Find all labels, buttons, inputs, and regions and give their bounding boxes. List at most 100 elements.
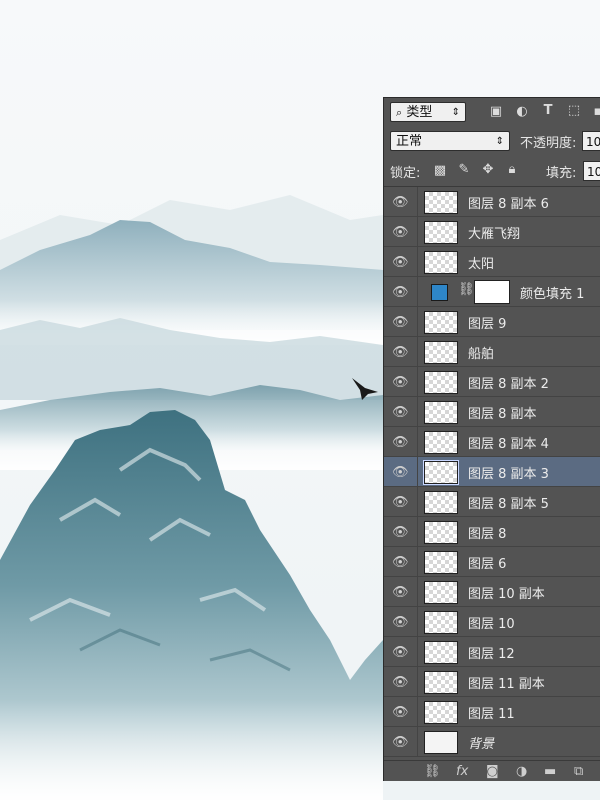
lock-all-icon[interactable]: 🔒︎ <box>504 162 520 177</box>
layer-filter-bar: ⌕ 类型 ⇕ ▣ ◐ T ⬚ ▪ <box>384 98 600 127</box>
layer-row[interactable]: 👁︎ 图层 9 <box>384 307 600 337</box>
adjustment-filter-icon[interactable]: ◐ <box>514 104 530 119</box>
layer-name: 背景 <box>468 737 495 752</box>
visibility-eye-icon[interactable]: 👁︎ <box>392 735 409 750</box>
layer-row-background[interactable]: 👁︎ 背景 <box>384 727 600 757</box>
lock-label: 锁定: <box>390 166 421 181</box>
layer-name: 颜色填充 1 <box>520 287 585 302</box>
layer-row[interactable]: 👁︎ 太阳 <box>384 247 600 277</box>
layers-list: 👁︎ 图层 8 副本 6 👁︎ 大雁飞翔 👁︎ 太阳 👁︎ ⛓︎ 颜色填充 1 👁︎ 图层 … <box>384 187 600 757</box>
adjustment-icon[interactable]: ◑ <box>516 764 527 779</box>
layer-name: 图层 12 <box>468 647 515 662</box>
layer-name: 图层 6 <box>468 557 507 572</box>
visibility-eye-icon[interactable]: 👁︎ <box>392 345 409 360</box>
layer-thumbnail <box>424 341 458 364</box>
layer-thumbnail <box>424 671 458 694</box>
layer-row[interactable]: 👁︎ ⛓︎ 颜色填充 1 <box>384 277 600 307</box>
shape-filter-icon[interactable]: ⬚ <box>566 103 582 118</box>
layer-row[interactable]: 👁︎ 图层 11 副本 <box>384 667 600 697</box>
layer-row[interactable]: 👁︎ 图层 10 <box>384 607 600 637</box>
new-layer-icon[interactable]: ⧉ <box>574 764 583 779</box>
smart-object-filter-icon[interactable]: ▪ <box>590 104 600 119</box>
layer-mask-thumbnail[interactable] <box>474 280 510 304</box>
layer-row-selected[interactable]: 👁︎ 图层 8 副本 3 <box>384 457 600 487</box>
text-filter-icon[interactable]: T <box>540 103 556 118</box>
filter-kind-label: 类型 <box>406 105 433 120</box>
layer-thumbnail <box>424 431 458 454</box>
fx-icon[interactable]: fx <box>456 764 468 779</box>
layer-row[interactable]: 👁︎ 图层 10 副本 <box>384 577 600 607</box>
layer-name: 图层 11 <box>468 707 515 722</box>
layer-row[interactable]: 👁︎ 图层 6 <box>384 547 600 577</box>
lock-transparent-icon[interactable]: ▩ <box>432 163 448 178</box>
layer-row[interactable]: 👁︎ 图层 8 副本 6 <box>384 187 600 217</box>
lock-bar: 锁定: ▩ ✎ ✥ 🔒︎ 填充: 10 <box>384 156 600 187</box>
visibility-eye-icon[interactable]: 👁︎ <box>392 195 409 210</box>
layer-row[interactable]: 👁︎ 图层 8 副本 <box>384 397 600 427</box>
link-icon[interactable]: ⛓︎ <box>424 764 441 779</box>
visibility-eye-icon[interactable]: 👁︎ <box>392 525 409 540</box>
layer-thumbnail <box>424 581 458 604</box>
layer-name: 图层 9 <box>468 317 507 332</box>
layer-row[interactable]: 👁︎ 图层 8 副本 4 <box>384 427 600 457</box>
visibility-eye-icon[interactable]: 👁︎ <box>392 315 409 330</box>
layer-row[interactable]: 👁︎ 图层 8 副本 2 <box>384 367 600 397</box>
layer-row[interactable]: 👁︎ 船舶 <box>384 337 600 367</box>
fill-label: 填充: <box>546 166 577 181</box>
visibility-eye-icon[interactable]: 👁︎ <box>392 495 409 510</box>
visibility-eye-icon[interactable]: 👁︎ <box>392 645 409 660</box>
layer-name: 太阳 <box>468 257 495 272</box>
visibility-eye-icon[interactable]: 👁︎ <box>392 405 409 420</box>
layer-name: 船舶 <box>468 347 495 362</box>
select-arrows-icon: ⇕ <box>451 107 460 118</box>
visibility-eye-icon[interactable]: 👁︎ <box>392 555 409 570</box>
layer-name: 图层 8 <box>468 527 507 542</box>
visibility-eye-icon[interactable]: 👁︎ <box>392 705 409 720</box>
fill-color-swatch[interactable] <box>431 284 448 301</box>
layer-thumbnail <box>424 641 458 664</box>
visibility-eye-icon[interactable]: 👁︎ <box>392 225 409 240</box>
layer-thumbnail <box>424 731 458 754</box>
lock-move-icon[interactable]: ✥ <box>480 162 496 177</box>
layer-row[interactable]: 👁︎ 图层 8 <box>384 517 600 547</box>
layer-name: 图层 8 副本 3 <box>468 467 549 482</box>
layer-name: 图层 8 副本 <box>468 407 537 422</box>
blend-mode-value: 正常 <box>396 134 423 149</box>
layer-thumbnail <box>424 551 458 574</box>
layers-panel: ⌕ 类型 ⇕ ▣ ◐ T ⬚ ▪ 正常 ⇕ 不透明度: 10 锁定: ▩ ✎ ✥… <box>383 97 600 781</box>
blend-mode-select[interactable]: 正常 ⇕ <box>390 131 510 151</box>
layer-name: 图层 10 <box>468 617 515 632</box>
folder-icon[interactable]: ▬ <box>544 764 556 779</box>
layer-name: 图层 8 副本 4 <box>468 437 549 452</box>
layer-thumbnail <box>424 521 458 544</box>
visibility-eye-icon[interactable]: 👁︎ <box>392 675 409 690</box>
link-chain-icon[interactable]: ⛓︎ <box>458 282 475 297</box>
layer-thumbnail <box>424 191 458 214</box>
layer-row[interactable]: 👁︎ 图层 11 <box>384 697 600 727</box>
visibility-eye-icon[interactable]: 👁︎ <box>392 465 409 480</box>
visibility-eye-icon[interactable]: 👁︎ <box>392 585 409 600</box>
layer-name: 图层 8 副本 5 <box>468 497 549 512</box>
opacity-input[interactable]: 10 <box>582 131 600 151</box>
filter-kind-select[interactable]: ⌕ 类型 ⇕ <box>390 102 466 122</box>
layer-name: 图层 8 副本 6 <box>468 197 549 212</box>
visibility-eye-icon[interactable]: 👁︎ <box>392 255 409 270</box>
layer-name: 图层 11 副本 <box>468 677 545 692</box>
layer-thumbnail <box>424 611 458 634</box>
layer-row[interactable]: 👁︎ 大雁飞翔 <box>384 217 600 247</box>
layer-name: 图层 10 副本 <box>468 587 545 602</box>
layer-thumbnail <box>424 371 458 394</box>
visibility-eye-icon[interactable]: 👁︎ <box>392 435 409 450</box>
layer-thumbnail <box>424 251 458 274</box>
image-filter-icon[interactable]: ▣ <box>488 104 504 119</box>
search-icon: ⌕ <box>396 106 403 119</box>
mask-icon[interactable]: ◙ <box>486 764 499 779</box>
visibility-eye-icon[interactable]: 👁︎ <box>392 375 409 390</box>
layer-row[interactable]: 👁︎ 图层 12 <box>384 637 600 667</box>
fill-input[interactable]: 10 <box>583 161 600 181</box>
visibility-eye-icon[interactable]: 👁︎ <box>392 615 409 630</box>
visibility-eye-icon[interactable]: 👁︎ <box>392 285 409 300</box>
blend-bar: 正常 ⇕ 不透明度: 10 <box>384 126 600 157</box>
lock-brush-icon[interactable]: ✎ <box>456 162 472 177</box>
layer-row[interactable]: 👁︎ 图层 8 副本 5 <box>384 487 600 517</box>
